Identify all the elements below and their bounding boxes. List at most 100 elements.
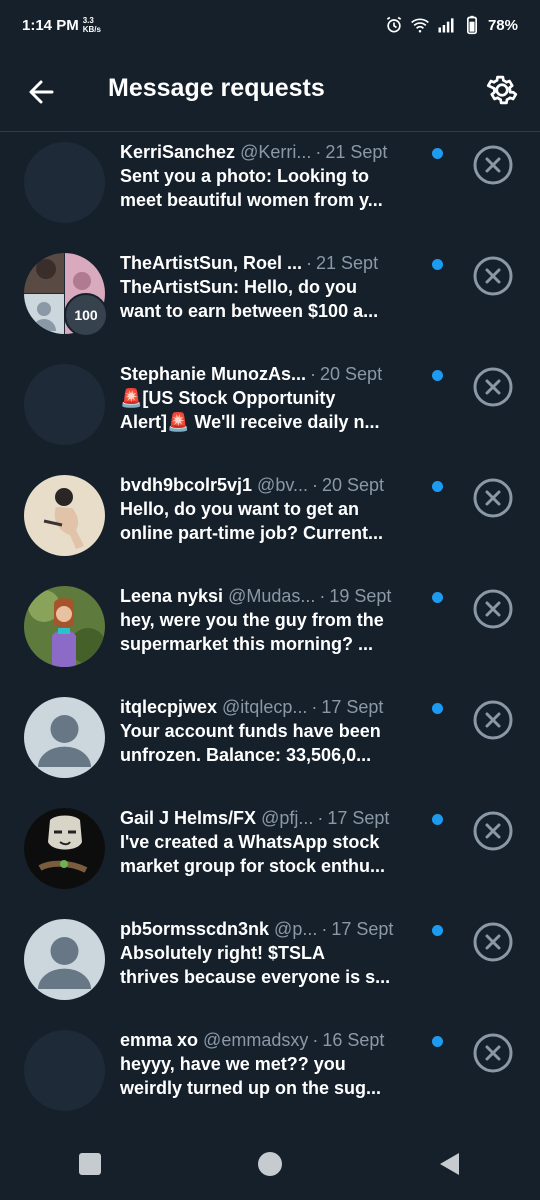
message-request-row[interactable]: itqlecpjwex @itqlecp... · 17 Sept Your a… <box>0 687 540 798</box>
system-nav-bar <box>0 1128 540 1200</box>
avatar[interactable] <box>24 1030 105 1111</box>
unread-dot <box>432 370 443 381</box>
sender-handle: @emmadsxy <box>203 1030 309 1050</box>
sender-name: TheArtistSun, Roel ... <box>120 253 303 273</box>
unread-dot <box>432 592 443 603</box>
arrow-left-icon <box>29 80 54 104</box>
system-back-button[interactable] <box>430 1144 470 1184</box>
dismiss-button[interactable] <box>472 588 514 630</box>
message-request-row[interactable]: pb5ormsscdn3nk @p... · 17 Sept Absolutel… <box>0 909 540 1020</box>
status-left: 1:14 PM 3.3 KB/s <box>22 16 101 34</box>
sender-handle: @itqlecp... <box>222 697 308 717</box>
message-date: 20 Sept <box>320 364 383 384</box>
home-circle-icon <box>258 1152 282 1176</box>
sender-handle: @bv... <box>257 475 308 495</box>
network-speed-value: 3.3 <box>82 16 94 25</box>
message-preview: hey, were you the guy from the supermark… <box>120 610 384 654</box>
unread-dot <box>432 925 443 936</box>
avatar[interactable] <box>24 586 105 667</box>
message-request-row[interactable]: bvdh9bcolr5vj1 @bv... · 20 Sept Hello, d… <box>0 465 540 576</box>
battery-percent: 78% <box>487 16 518 34</box>
close-circle-icon <box>473 145 513 185</box>
default-avatar-icon <box>38 715 91 767</box>
message-request-row[interactable]: emma xo @emmadsxy · 16 Sept heyyy, have … <box>0 1020 540 1131</box>
row-text: Leena nyksi @Mudas... · 19 Sept hey, wer… <box>120 584 450 656</box>
avatar[interactable] <box>24 808 105 889</box>
message-date: 20 Sept <box>322 475 385 495</box>
recents-square-icon <box>79 1153 101 1175</box>
message-request-list: KerriSanchez @Kerri... · 21 Sept Sent yo… <box>0 132 540 1131</box>
avatar[interactable] <box>24 697 105 778</box>
sender-name: itqlecpjwex <box>120 697 218 717</box>
dismiss-button[interactable] <box>472 255 514 297</box>
avatar[interactable] <box>24 364 105 445</box>
close-circle-icon <box>473 922 513 962</box>
avatar[interactable] <box>24 142 105 223</box>
back-button[interactable] <box>24 74 60 110</box>
dismiss-button[interactable] <box>472 921 514 963</box>
unread-dot <box>432 1036 443 1047</box>
message-request-row[interactable]: Gail J Helms/FX @pfj... · 17 Sept I've c… <box>0 798 540 909</box>
dismiss-button[interactable] <box>472 699 514 741</box>
dismiss-button[interactable] <box>472 477 514 519</box>
row-text: KerriSanchez @Kerri... · 21 Sept Sent yo… <box>120 140 450 212</box>
row-text: itqlecpjwex @itqlecp... · 17 Sept Your a… <box>120 695 450 767</box>
sender-name: Leena nyksi <box>120 586 224 606</box>
message-date: 19 Sept <box>329 586 392 606</box>
network-speed: 3.3 KB/s <box>83 16 101 34</box>
sender-name: KerriSanchez <box>120 142 236 162</box>
close-circle-icon <box>473 367 513 407</box>
message-preview: Absolutely right! $TSLA thrives because … <box>120 943 391 987</box>
sender-name: Gail J Helms/FX <box>120 808 257 828</box>
avatar[interactable] <box>24 919 105 1000</box>
status-right: 78% <box>384 15 518 35</box>
dismiss-button[interactable] <box>472 810 514 852</box>
message-request-row[interactable]: 100 TheArtistSun, Roel ... · 21 Sept The… <box>0 243 540 354</box>
sender-name: bvdh9bcolr5vj1 <box>120 475 253 495</box>
close-circle-icon <box>473 1033 513 1073</box>
message-preview: TheArtistSun: Hello, do you want to earn… <box>120 277 379 321</box>
settings-button[interactable] <box>484 72 520 108</box>
sender-name: Stephanie MunozAs... <box>120 364 307 384</box>
close-circle-icon <box>473 256 513 296</box>
sender-name: pb5ormsscdn3nk <box>120 919 270 939</box>
row-text: bvdh9bcolr5vj1 @bv... · 20 Sept Hello, d… <box>120 473 450 545</box>
group-member-count-badge: 100 <box>64 293 108 337</box>
dismiss-button[interactable] <box>472 366 514 408</box>
unread-dot <box>432 481 443 492</box>
row-text: TheArtistSun, Roel ... · 21 Sept TheArti… <box>120 251 450 323</box>
unread-dot <box>432 814 443 825</box>
home-button[interactable] <box>250 1144 290 1184</box>
close-circle-icon <box>473 811 513 851</box>
recents-button[interactable] <box>70 1144 110 1184</box>
message-preview: I've created a WhatsApp stock market gro… <box>120 832 386 876</box>
top-app-bar: Message requests <box>0 50 540 132</box>
unread-dot <box>432 148 443 159</box>
row-text: pb5ormsscdn3nk @p... · 17 Sept Absolutel… <box>120 917 450 989</box>
gear-icon <box>486 75 518 105</box>
message-date: 21 Sept <box>325 142 388 162</box>
network-speed-unit: KB/s <box>82 25 101 34</box>
message-request-row[interactable]: Stephanie MunozAs... · 20 Sept 🚨[US Stoc… <box>0 354 540 465</box>
sender-handle: @Kerri... <box>240 142 312 162</box>
row-text: Stephanie MunozAs... · 20 Sept 🚨[US Stoc… <box>120 362 450 434</box>
dismiss-button[interactable] <box>472 1032 514 1074</box>
message-preview: heyyy, have we met?? you weirdly turned … <box>120 1054 382 1098</box>
message-preview: Hello, do you want to get an online part… <box>120 499 384 543</box>
avatar-photo <box>24 586 105 667</box>
message-date: 21 Sept <box>316 253 379 273</box>
message-date: 17 Sept <box>331 919 394 939</box>
avatar-photo <box>24 808 105 889</box>
signal-icon <box>438 18 454 33</box>
avatar[interactable] <box>24 475 105 556</box>
message-preview: 🚨[US Stock Opportunity Alert]🚨 We'll rec… <box>120 388 380 432</box>
message-request-row[interactable]: Leena nyksi @Mudas... · 19 Sept hey, wer… <box>0 576 540 687</box>
sender-handle: @Mudas... <box>228 586 316 606</box>
back-triangle-icon <box>440 1153 459 1175</box>
row-text: emma xo @emmadsxy · 16 Sept heyyy, have … <box>120 1028 450 1100</box>
default-avatar-icon <box>38 937 91 989</box>
page-title: Message requests <box>108 74 325 102</box>
message-request-row[interactable]: KerriSanchez @Kerri... · 21 Sept Sent yo… <box>0 132 540 243</box>
dismiss-button[interactable] <box>472 144 514 186</box>
status-bar: 1:14 PM 3.3 KB/s 78% <box>0 0 540 50</box>
